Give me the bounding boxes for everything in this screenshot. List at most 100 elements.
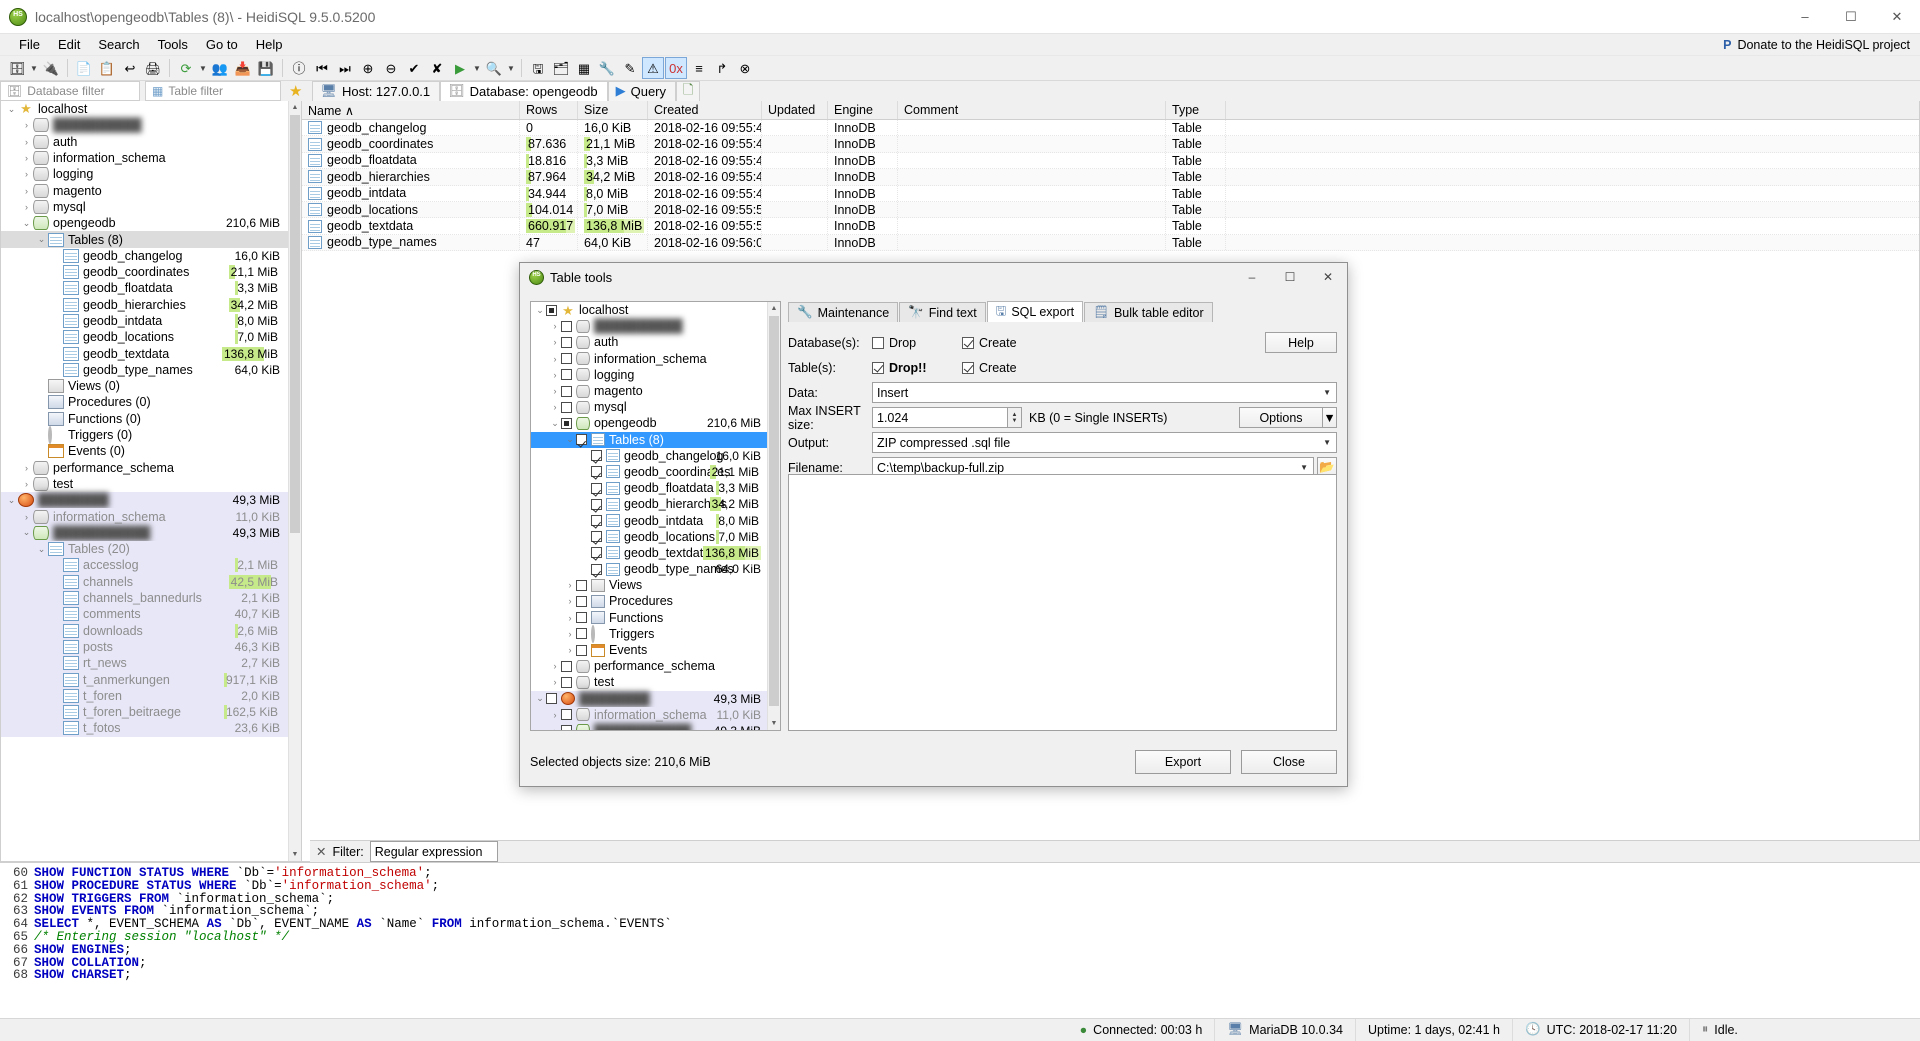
tree-checkbox[interactable]: [576, 612, 587, 623]
tree-checkbox[interactable]: [561, 677, 572, 688]
export-grid-icon[interactable]: 💾: [255, 57, 277, 79]
print-icon[interactable]: 🖨: [142, 57, 164, 79]
chevron-down-icon[interactable]: ▼: [1323, 388, 1331, 397]
menu-search[interactable]: Search: [89, 35, 148, 54]
dialog-tree-scroll-thumb[interactable]: [769, 316, 779, 706]
scroll-down-icon[interactable]: ▼: [289, 848, 301, 861]
expander-icon[interactable]: ⌄: [20, 527, 33, 538]
tree-item-geodb_intdata[interactable]: geodb_intdata8,0 MiB: [1, 313, 288, 329]
dialog-tree-item-geodb_floatdata[interactable]: geodb_floatdata3,3 MiB: [531, 480, 767, 496]
tree-item-tables-8-[interactable]: ⌄Tables (8): [1, 231, 288, 247]
table-tools-icon[interactable]: 🔧: [596, 57, 618, 79]
sql-log-panel[interactable]: 60SHOW FUNCTION STATUS WHERE `Db`='infor…: [0, 862, 1920, 1018]
expander-icon[interactable]: ›: [549, 386, 561, 396]
dialog-tree-item-geodb_type_names[interactable]: geodb_type_names64,0 KiB: [531, 561, 767, 577]
dialog-tree-item-information_schema[interactable]: ›information_schema11,0 KiB: [531, 707, 767, 723]
expander-icon[interactable]: ⌄: [564, 434, 576, 445]
dialog-maximize-button[interactable]: ☐: [1271, 263, 1309, 291]
expander-icon[interactable]: ›: [564, 596, 576, 606]
dialog-tree-item-views[interactable]: ›Views: [531, 577, 767, 593]
table-row[interactable]: geodb_type_names4764,0 KiB2018-02-16 09:…: [302, 235, 1919, 251]
dialog-tree-item-events[interactable]: ›Events: [531, 642, 767, 658]
expander-icon[interactable]: ⌄: [534, 693, 546, 704]
save-sql-icon[interactable]: 🖫: [527, 57, 549, 79]
info-icon[interactable]: ⓘ: [288, 57, 310, 79]
undo-icon[interactable]: ↩: [119, 57, 141, 79]
data-select[interactable]: Insert ▼: [872, 382, 1337, 403]
window-controls[interactable]: – ☐ ✕: [1782, 0, 1920, 34]
tab-database[interactable]: 🗄 Database: opengeodb: [440, 81, 607, 101]
paste-icon[interactable]: 📋: [96, 57, 118, 79]
tree-checkbox[interactable]: [546, 693, 557, 704]
tree-checkbox[interactable]: [576, 580, 587, 591]
editor-icon[interactable]: ✎: [619, 57, 641, 79]
options-dropdown-icon[interactable]: ▼: [1323, 407, 1337, 428]
expander-icon[interactable]: ⌄: [534, 305, 546, 316]
tab-new[interactable]: 🗋: [676, 81, 700, 101]
dialog-tabs[interactable]: 🔧 Maintenance 🔭 Find text 🖫 SQL export 🗒…: [788, 301, 1337, 322]
tree-item-comments[interactable]: comments40,7 KiB: [1, 606, 288, 622]
tree-item-logging[interactable]: ›logging: [1, 166, 288, 182]
tbl-create-checkbox[interactable]: Create: [962, 361, 1052, 375]
refresh-icon[interactable]: ⟳: [175, 57, 197, 79]
jump-icon[interactable]: ↱: [711, 57, 733, 79]
tree-checkbox[interactable]: [561, 353, 572, 364]
close-dialog-button[interactable]: Close: [1241, 750, 1337, 774]
expander-icon[interactable]: ›: [549, 710, 561, 720]
dialog-tree-item-procedures[interactable]: ›Procedures: [531, 593, 767, 609]
tree-checkbox[interactable]: [576, 596, 587, 607]
dialog-close-button[interactable]: ✕: [1309, 263, 1347, 291]
tree-item-functions-0-[interactable]: Functions (0): [1, 411, 288, 427]
warning-icon[interactable]: ⚠: [642, 57, 664, 79]
close-button[interactable]: ✕: [1874, 0, 1920, 34]
tree-item-t_foren_beitraege[interactable]: t_foren_beitraege162,5 KiB: [1, 704, 288, 720]
grid-column-created[interactable]: Created: [648, 101, 762, 119]
dialog-tree-item--[interactable]: ›██████████: [531, 318, 767, 334]
find-dropdown-icon[interactable]: ▼: [506, 57, 516, 79]
tree-checkbox[interactable]: [546, 305, 557, 316]
tree-item-downloads[interactable]: downloads2,6 MiB: [1, 623, 288, 639]
toolbar[interactable]: 🗄 ▼ 🔌 📄 📋 ↩ 🖨 ⟳ ▼ 👥 📥 💾 ⓘ ⏮ ⏭ ⊕ ⊖ ✔ ✘ ▶ …: [0, 56, 1920, 81]
table-row[interactable]: geodb_floatdata18.8163,3 MiB2018-02-16 0…: [302, 153, 1919, 169]
tree-checkbox[interactable]: [576, 628, 587, 639]
grid-rows[interactable]: geodb_changelog016,0 KiB2018-02-16 09:55…: [302, 120, 1919, 251]
dialog-tree-item-geodb_changelog[interactable]: geodb_changelog16,0 KiB: [531, 448, 767, 464]
table-row[interactable]: geodb_changelog016,0 KiB2018-02-16 09:55…: [302, 120, 1919, 136]
tree-item-test[interactable]: ›test: [1, 476, 288, 492]
menu-edit[interactable]: Edit: [49, 35, 89, 54]
tree-item-channels[interactable]: channels42,5 MiB: [1, 574, 288, 590]
tree-item--[interactable]: ⌄████████49,3 MiB: [1, 492, 288, 508]
tree-item-channels_bannedurls[interactable]: channels_bannedurls2,1 KiB: [1, 590, 288, 606]
dialog-minimize-button[interactable]: –: [1233, 263, 1271, 291]
db-drop-box-icon[interactable]: [872, 337, 884, 349]
tree-item-t_fotos[interactable]: t_fotos23,6 KiB: [1, 720, 288, 736]
grid-view-icon[interactable]: ▦: [573, 57, 595, 79]
dialog-tree-item-localhost[interactable]: ⌄★localhost: [531, 302, 767, 318]
dialog-tree-item--[interactable]: ⌄████████49,3 MiB: [531, 691, 767, 707]
dialog-tree-scrollbar[interactable]: ▲ ▼: [767, 302, 780, 730]
tree-item--[interactable]: ⌄███████████49,3 MiB: [1, 525, 288, 541]
delete-row-icon[interactable]: ⊖: [380, 57, 402, 79]
tree-checkbox[interactable]: [561, 369, 572, 380]
dialog-tree-item-magento[interactable]: ›magento: [531, 383, 767, 399]
tree-item-geodb_floatdata[interactable]: geodb_floatdata3,3 MiB: [1, 280, 288, 296]
import-icon[interactable]: 📥: [232, 57, 254, 79]
log-filter-bar[interactable]: ✕ Filter: Regular expression: [310, 840, 1920, 862]
tree-item-localhost[interactable]: ⌄★localhost: [1, 101, 288, 117]
max-insert-stepper[interactable]: ▲▼: [1008, 407, 1022, 428]
export-button[interactable]: Export: [1135, 750, 1231, 774]
tree-checkbox[interactable]: [591, 450, 602, 461]
menu-goto[interactable]: Go to: [197, 35, 247, 54]
grid-column-type[interactable]: Type: [1166, 101, 1226, 119]
tree-item-t_foren[interactable]: t_foren2,0 KiB: [1, 688, 288, 704]
db-create-checkbox[interactable]: Create: [962, 336, 1052, 350]
tree-item-procedures-0-[interactable]: Procedures (0): [1, 394, 288, 410]
chevron-down-icon[interactable]: ▼: [1323, 438, 1331, 447]
expander-icon[interactable]: ›: [20, 120, 33, 130]
expander-icon[interactable]: ›: [564, 645, 576, 655]
stop-icon[interactable]: ⊗: [734, 57, 756, 79]
expander-icon[interactable]: ›: [564, 580, 576, 590]
session-dropdown-icon[interactable]: ▼: [29, 57, 39, 79]
main-tabs[interactable]: 🖥 Host: 127.0.0.1 🗄 Database: opengeodb …: [312, 81, 700, 101]
expander-icon[interactable]: ›: [564, 629, 576, 639]
